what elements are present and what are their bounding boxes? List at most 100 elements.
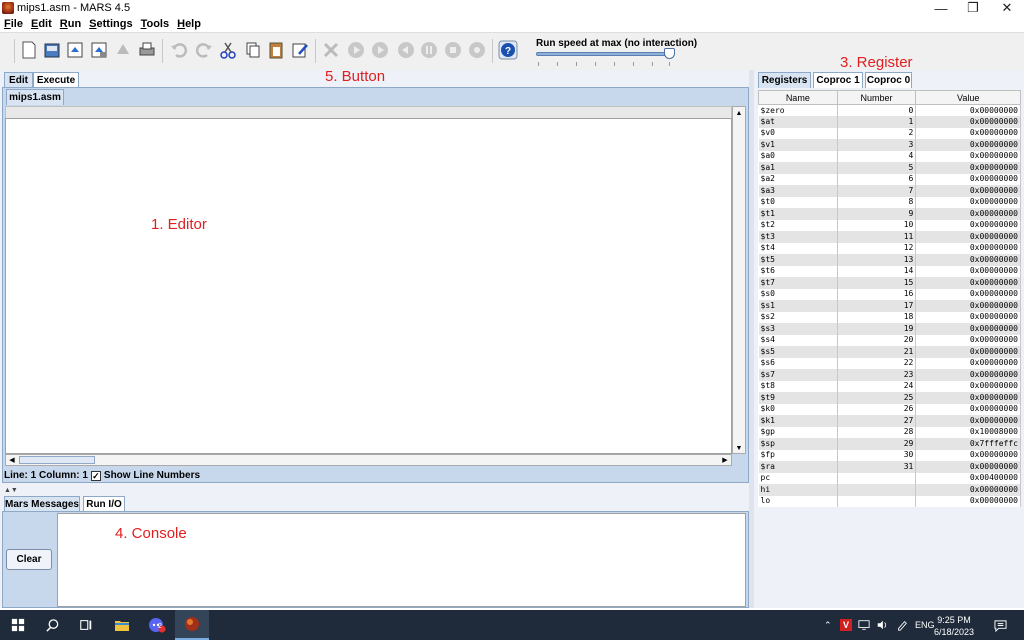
register-row[interactable]: $at 1 0x00000000	[758, 116, 1021, 128]
editor-vertical-scrollbar[interactable]: ▲ ▼	[732, 106, 746, 454]
register-row[interactable]: $a3 7 0x00000000	[758, 185, 1021, 197]
register-row[interactable]: $ra 31 0x00000000	[758, 461, 1021, 473]
column-name[interactable]: Name	[758, 90, 838, 105]
menu-tools[interactable]: Tools	[141, 18, 170, 30]
show-hidden-icons-chevron-icon[interactable]: ⌃	[824, 610, 832, 640]
scroll-up-arrow-icon[interactable]: ▲	[733, 108, 745, 118]
register-value[interactable]: 0x00000000	[915, 461, 1021, 473]
register-row[interactable]: lo 0x00000000	[758, 495, 1021, 507]
tab-execute[interactable]: Execute	[33, 72, 79, 88]
register-value[interactable]: 0x00000000	[915, 242, 1021, 254]
show-line-numbers-checkbox[interactable]: ✓	[90, 470, 101, 481]
register-row[interactable]: $s6 22 0x00000000	[758, 357, 1021, 369]
find-replace-icon[interactable]	[289, 39, 311, 61]
run-speed-slider-thumb[interactable]	[664, 48, 675, 59]
register-value[interactable]: 0x00000000	[915, 323, 1021, 335]
register-value[interactable]: 0x7fffeffc	[915, 438, 1021, 450]
register-row[interactable]: $t6 14 0x00000000	[758, 265, 1021, 277]
search-icon[interactable]	[42, 615, 62, 635]
volume-icon[interactable]	[876, 610, 888, 640]
print-icon[interactable]	[136, 39, 158, 61]
new-file-icon[interactable]	[18, 39, 40, 61]
register-value[interactable]: 0x00000000	[915, 415, 1021, 427]
register-value[interactable]: 0x00000000	[915, 127, 1021, 139]
tab-coproc-0[interactable]: Coproc 0	[865, 72, 912, 88]
register-row[interactable]: $t5 13 0x00000000	[758, 254, 1021, 266]
backstep-icon[interactable]	[394, 39, 416, 61]
clear-button[interactable]: Clear	[6, 549, 52, 570]
register-row[interactable]: pc 0x00400000	[758, 472, 1021, 484]
register-value[interactable]: 0x00000000	[915, 104, 1021, 116]
stop-icon[interactable]	[442, 39, 464, 61]
redo-icon[interactable]	[193, 39, 215, 61]
register-value[interactable]: 0x00000000	[915, 219, 1021, 231]
menu-settings[interactable]: Settings	[89, 18, 132, 30]
register-row[interactable]: $k0 26 0x00000000	[758, 403, 1021, 415]
register-value[interactable]: 0x00000000	[915, 150, 1021, 162]
register-value[interactable]: 0x00000000	[915, 380, 1021, 392]
register-value[interactable]: 0x00000000	[915, 300, 1021, 312]
register-row[interactable]: $v0 2 0x00000000	[758, 127, 1021, 139]
horizontal-scroll-thumb[interactable]	[19, 456, 95, 464]
register-value[interactable]: 0x00000000	[915, 403, 1021, 415]
close-button[interactable]: ✕	[990, 0, 1024, 16]
editor-horizontal-scrollbar[interactable]: ◀ ▶	[5, 454, 732, 466]
minimize-button[interactable]: —	[924, 0, 958, 16]
register-row[interactable]: $k1 27 0x00000000	[758, 415, 1021, 427]
menu-run[interactable]: Run	[60, 18, 81, 30]
tab-run-io[interactable]: Run I/O	[83, 496, 125, 512]
register-row[interactable]: $sp 29 0x7fffeffc	[758, 438, 1021, 450]
tab-coproc-1[interactable]: Coproc 1	[813, 72, 863, 88]
register-row[interactable]: $a0 4 0x00000000	[758, 150, 1021, 162]
register-value[interactable]: 0x00000000	[915, 116, 1021, 128]
register-value[interactable]: 0x00000000	[915, 139, 1021, 151]
run-icon[interactable]	[345, 39, 367, 61]
code-editor[interactable]	[5, 118, 732, 454]
tab-edit[interactable]: Edit	[4, 72, 33, 88]
register-row[interactable]: $t9 25 0x00000000	[758, 392, 1021, 404]
register-row[interactable]: $t4 12 0x00000000	[758, 242, 1021, 254]
register-value[interactable]: 0x00000000	[915, 208, 1021, 220]
register-value[interactable]: 0x00000000	[915, 288, 1021, 300]
register-row[interactable]: $t8 24 0x00000000	[758, 380, 1021, 392]
scroll-left-arrow-icon[interactable]: ◀	[6, 455, 18, 465]
register-row[interactable]: $s2 18 0x00000000	[758, 311, 1021, 323]
file-explorer-icon[interactable]	[112, 615, 132, 635]
register-value[interactable]: 0x00000000	[915, 369, 1021, 381]
network-icon[interactable]	[858, 610, 870, 640]
pause-icon[interactable]	[418, 39, 440, 61]
register-value[interactable]: 0x00000000	[915, 334, 1021, 346]
register-value[interactable]: 0x00000000	[915, 231, 1021, 243]
discord-icon[interactable]: 2	[147, 615, 167, 635]
register-row[interactable]: $t7 15 0x00000000	[758, 277, 1021, 289]
register-value[interactable]: 0x00000000	[915, 277, 1021, 289]
register-row[interactable]: $t1 9 0x00000000	[758, 208, 1021, 220]
register-row[interactable]: $s1 17 0x00000000	[758, 300, 1021, 312]
register-value[interactable]: 0x00000000	[915, 185, 1021, 197]
register-value[interactable]: 0x00400000	[915, 472, 1021, 484]
register-row[interactable]: $s7 23 0x00000000	[758, 369, 1021, 381]
register-row[interactable]: $s5 21 0x00000000	[758, 346, 1021, 358]
notification-center-icon[interactable]	[994, 610, 1007, 640]
register-value[interactable]: 0x00000000	[915, 265, 1021, 277]
file-tab-mips1[interactable]: mips1.asm	[6, 89, 64, 105]
save-as-icon[interactable]	[88, 39, 110, 61]
tab-registers[interactable]: Registers	[758, 72, 811, 88]
windows-start-icon[interactable]	[8, 615, 28, 635]
register-row[interactable]: $zero 0 0x00000000	[758, 104, 1021, 116]
reset-icon[interactable]	[466, 39, 488, 61]
scroll-down-arrow-icon[interactable]: ▼	[733, 443, 745, 453]
taskbar-mars-active[interactable]	[175, 610, 209, 640]
register-value[interactable]: 0x00000000	[915, 449, 1021, 461]
menu-file[interactable]: File	[4, 18, 23, 30]
register-row[interactable]: $t2 10 0x00000000	[758, 219, 1021, 231]
save-icon[interactable]	[64, 39, 86, 61]
run-speed-slider[interactable]	[536, 52, 670, 56]
register-row[interactable]: $v1 3 0x00000000	[758, 139, 1021, 151]
tab-mars-messages[interactable]: Mars Messages	[4, 496, 80, 512]
column-value[interactable]: Value	[915, 90, 1021, 105]
split-pane-divider-icon[interactable]: ▲▼	[4, 487, 18, 494]
register-row[interactable]: hi 0x00000000	[758, 484, 1021, 496]
column-number[interactable]: Number	[836, 90, 917, 105]
register-row[interactable]: $s4 20 0x00000000	[758, 334, 1021, 346]
